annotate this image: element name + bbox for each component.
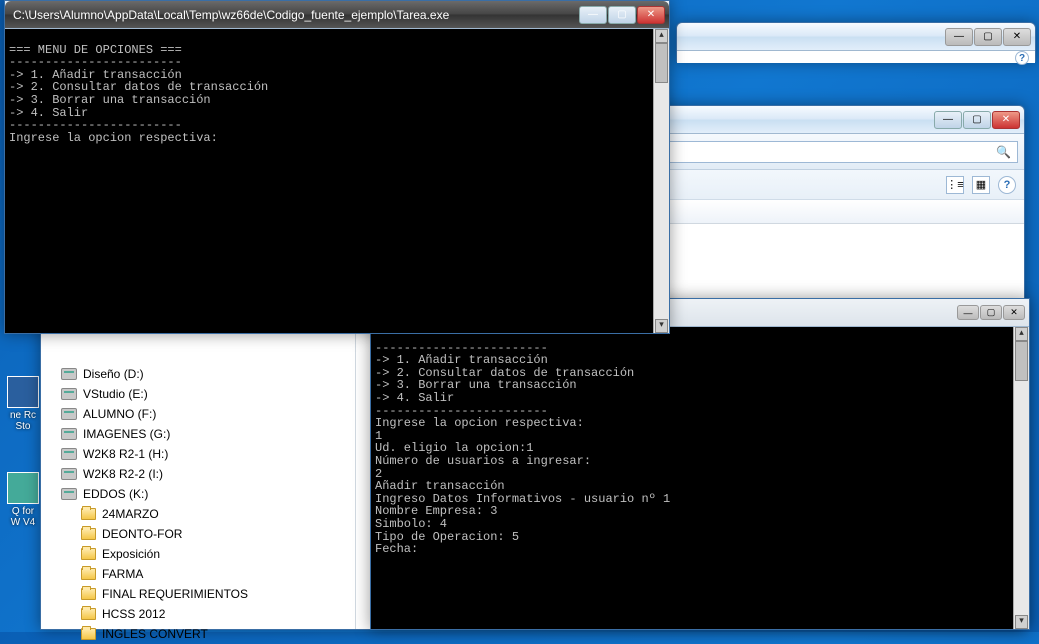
console-output[interactable]: ------------------------ -> 1. Añadir tr…: [371, 327, 1029, 629]
scroll-down-button[interactable]: ▾: [655, 319, 668, 333]
console-text: === MENU DE OPCIONES === ---------------…: [9, 43, 268, 145]
tree-drive[interactable]: W2K8 R2-1 (H:): [41, 444, 355, 464]
tree-folder[interactable]: Exposición: [41, 544, 355, 564]
tree-label: 24MARZO: [102, 507, 159, 521]
close-button[interactable]: ✕: [637, 6, 665, 24]
tree-folder[interactable]: DEONTO-FOR: [41, 524, 355, 544]
tree-label: DEONTO-FOR: [102, 527, 182, 541]
minimize-button[interactable]: —: [945, 28, 973, 46]
tree-label: Exposición: [102, 547, 160, 561]
tree-folder[interactable]: 24MARZO: [41, 504, 355, 524]
app-icon: [7, 472, 39, 504]
tree-label: VStudio (E:): [83, 387, 148, 401]
tree-label: Diseño (D:): [83, 367, 144, 381]
scroll-up-button[interactable]: ▴: [655, 29, 668, 43]
tree-label: HCSS 2012: [102, 607, 165, 621]
tree-drive[interactable]: W2K8 R2-2 (I:): [41, 464, 355, 484]
drive-icon: [61, 388, 77, 400]
scroll-thumb[interactable]: [1015, 341, 1028, 381]
help-button[interactable]: ?: [998, 176, 1016, 194]
window-controls: — ▢ ✕: [956, 305, 1025, 320]
tree-drive[interactable]: EDDOS (K:): [41, 484, 355, 504]
desktop-icon[interactable]: Q for W V4: [6, 472, 40, 528]
close-button[interactable]: ✕: [1003, 28, 1031, 46]
tree-drive[interactable]: IMAGENES (G:): [41, 424, 355, 444]
console-window-1: C:\Users\Alumno\AppData\Local\Temp\wz66d…: [4, 0, 670, 334]
folder-icon: [81, 588, 96, 600]
window-controls: — ▢ ✕: [933, 111, 1020, 129]
window-controls: — ▢ ✕: [578, 6, 665, 24]
search-icon[interactable]: 🔍: [996, 145, 1011, 159]
drive-icon: [61, 368, 77, 380]
scroll-down-button[interactable]: ▾: [1015, 615, 1028, 629]
store-icon: [7, 376, 39, 408]
window-title: C:\Users\Alumno\AppData\Local\Temp\wz66d…: [13, 8, 578, 22]
desktop-icon-label: ne Rc Sto: [6, 410, 40, 432]
folder-icon: [81, 548, 96, 560]
close-button[interactable]: ✕: [992, 111, 1020, 129]
scroll-up-button[interactable]: ▴: [1015, 327, 1028, 341]
help-icon[interactable]: ?: [1015, 51, 1029, 65]
maximize-button[interactable]: ▢: [980, 305, 1002, 320]
drive-icon: [61, 488, 77, 500]
tree-folder[interactable]: HCSS 2012: [41, 604, 355, 624]
tree-folder[interactable]: FINAL REQUERIMIENTOS: [41, 584, 355, 604]
maximize-button[interactable]: ▢: [974, 28, 1002, 46]
titlebar[interactable]: — ▢ ✕: [677, 23, 1035, 51]
maximize-button[interactable]: ▢: [963, 111, 991, 129]
window-controls: — ▢ ✕: [944, 28, 1031, 46]
view-options-button[interactable]: ⋮≡: [946, 176, 964, 194]
folder-icon: [81, 568, 96, 580]
drive-icon: [61, 428, 77, 440]
tree-drive[interactable]: Diseño (D:): [41, 364, 355, 384]
console-output[interactable]: === MENU DE OPCIONES === ---------------…: [5, 29, 669, 333]
scrollbar[interactable]: ▴ ▾: [1013, 327, 1029, 629]
minimize-button[interactable]: —: [579, 6, 607, 24]
close-button[interactable]: ✕: [1003, 305, 1025, 320]
tree-label: W2K8 R2-1 (H:): [83, 447, 168, 461]
preview-pane-button[interactable]: ▦: [972, 176, 990, 194]
folder-icon: [81, 508, 96, 520]
desktop-icon[interactable]: ne Rc Sto: [6, 376, 40, 432]
scroll-thumb[interactable]: [655, 43, 668, 83]
folder-icon: [81, 628, 96, 640]
drive-icon: [61, 448, 77, 460]
tree-drive[interactable]: ALUMNO (F:): [41, 404, 355, 424]
tree-label: EDDOS (K:): [83, 487, 148, 501]
tree-folder[interactable]: INGLES CONVERT: [41, 624, 355, 644]
tree-label: IMAGENES (G:): [83, 427, 170, 441]
minimize-button[interactable]: —: [934, 111, 962, 129]
tree-label: FARMA: [102, 567, 143, 581]
tree-label: ALUMNO (F:): [83, 407, 156, 421]
drive-icon: [61, 468, 77, 480]
tree-drive[interactable]: VStudio (E:): [41, 384, 355, 404]
console-window-2: go_fuente_ejemplo\Tarea.exe — ▢ ✕ ------…: [370, 298, 1030, 630]
tree-folder[interactable]: FARMA: [41, 564, 355, 584]
folder-icon: [81, 528, 96, 540]
console-text: ------------------------ -> 1. Añadir tr…: [375, 341, 670, 557]
titlebar[interactable]: C:\Users\Alumno\AppData\Local\Temp\wz66d…: [5, 1, 669, 29]
desktop-icon-label: Q for W V4: [6, 506, 40, 528]
tree-label: FINAL REQUERIMIENTOS: [102, 587, 248, 601]
window-background-small: — ▢ ✕ ?: [676, 22, 1036, 62]
tree-label: W2K8 R2-2 (I:): [83, 467, 163, 481]
tree-label: INGLES CONVERT: [102, 627, 208, 641]
drive-icon: [61, 408, 77, 420]
scrollbar[interactable]: ▴ ▾: [653, 29, 669, 333]
maximize-button[interactable]: ▢: [608, 6, 636, 24]
minimize-button[interactable]: —: [957, 305, 979, 320]
folder-icon: [81, 608, 96, 620]
